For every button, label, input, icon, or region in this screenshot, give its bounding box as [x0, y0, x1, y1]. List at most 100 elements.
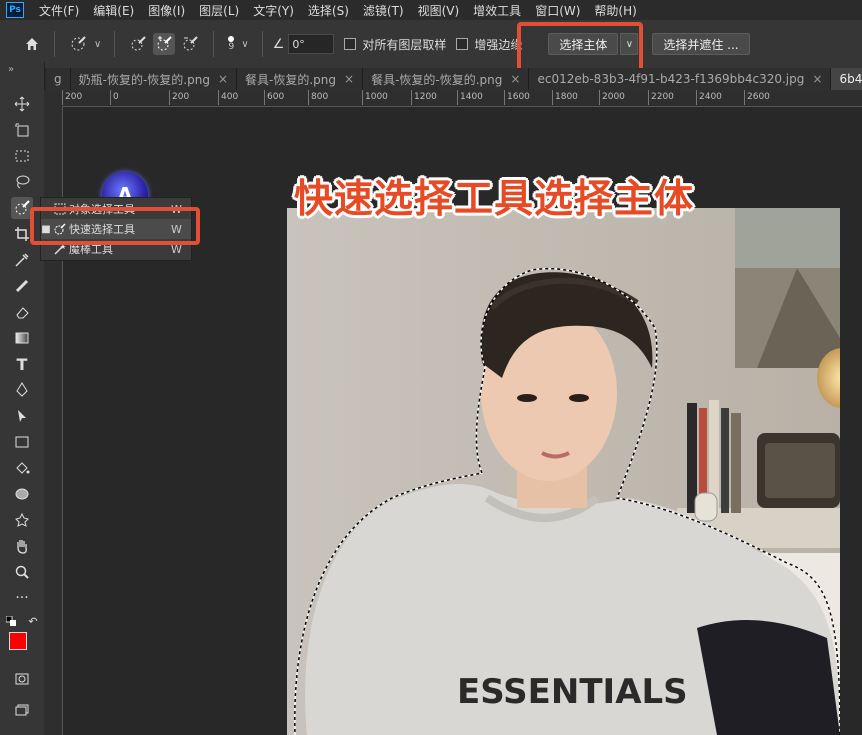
pen-tool-icon[interactable]	[11, 379, 33, 401]
chevron-down-icon[interactable]: ∨	[94, 39, 101, 50]
quick-selection-preset-icon[interactable]	[67, 33, 89, 55]
quick-mask-icon[interactable]	[11, 668, 33, 690]
artboard-tool-icon[interactable]	[11, 119, 33, 141]
menu-help[interactable]: 帮助(H)	[587, 2, 643, 19]
ruler-tick: 2000	[599, 90, 625, 105]
angle-icon: ∠	[272, 36, 285, 52]
tab-document[interactable]: 奶瓶-恢复的-恢复的.png ×	[70, 68, 238, 90]
chevron-down-icon[interactable]: ∨	[241, 39, 248, 50]
ruler-tick: 1600	[504, 90, 530, 105]
menu-view[interactable]: 视图(V)	[411, 2, 467, 19]
tools-panel: » T ··· ↶	[0, 62, 45, 735]
foreground-color-swatch[interactable]	[9, 632, 27, 650]
tab-document[interactable]: ec012eb-83b3-4f91-b423-f1369bb4c320.jpg ×	[529, 68, 832, 90]
checkbox-icon	[456, 38, 469, 50]
rectangle-tool-icon[interactable]	[11, 431, 33, 453]
menu-plugins[interactable]: 增效工具	[466, 2, 528, 19]
path-selection-tool-icon[interactable]	[11, 405, 33, 427]
move-tool-icon[interactable]	[11, 93, 33, 115]
menu-bar: Ps 文件(F) 编辑(E) 图像(I) 图层(L) 文字(Y) 选择(S) 滤…	[0, 0, 862, 20]
close-icon[interactable]: ×	[344, 72, 354, 86]
ruler-tick: 1400	[457, 90, 483, 105]
enhance-edge-label: 增强边缘	[474, 37, 523, 52]
ruler-tick: 200	[62, 90, 82, 105]
brush-size-value: 9	[228, 42, 235, 52]
select-and-mask-button[interactable]: 选择并遮住 ...	[652, 33, 750, 55]
tab-label: 餐具-恢复的-恢复的.png	[371, 72, 503, 87]
sample-all-layers-label: 对所有图层取样	[362, 37, 447, 52]
ruler-tick: 600	[264, 90, 284, 105]
tab-label: 餐具-恢复的.png	[245, 72, 337, 87]
menu-layer[interactable]: 图层(L)	[192, 2, 246, 19]
screen-mode-icon[interactable]	[11, 698, 33, 720]
menu-window[interactable]: 窗口(W)	[528, 2, 587, 19]
healing-brush-icon[interactable]	[11, 275, 33, 297]
menu-filter[interactable]: 滤镜(T)	[356, 2, 411, 19]
marquee-tool-icon[interactable]	[11, 145, 33, 167]
ruler-tick: 400	[218, 90, 238, 105]
tab-label: g	[54, 72, 62, 86]
tab-document[interactable]: 餐具-恢复的.png ×	[237, 68, 364, 90]
new-selection-brush-icon[interactable]	[127, 33, 149, 55]
menu-type[interactable]: 文字(Y)	[246, 2, 301, 19]
collapse-icon[interactable]: »	[8, 64, 14, 75]
menu-edit[interactable]: 编辑(E)	[86, 2, 141, 19]
ruler-tick: 800	[308, 90, 328, 105]
home-icon[interactable]	[20, 32, 44, 56]
divider	[213, 31, 215, 57]
highlight-select-subject	[517, 22, 643, 74]
close-icon[interactable]: ×	[510, 72, 520, 86]
ruler-tick: 0	[110, 90, 119, 105]
tab-document-active[interactable]: 6b461e8	[831, 68, 862, 90]
brush-size-picker[interactable]: 9	[228, 36, 235, 52]
subtract-from-selection-brush-icon[interactable]	[179, 33, 201, 55]
highlight-quick-selection-tool	[30, 207, 200, 245]
paint-bucket-icon[interactable]	[11, 457, 33, 479]
canvas-photo[interactable]: ESSENTIALS	[287, 208, 840, 735]
tab-document[interactable]: 餐具-恢复的-恢复的.png ×	[363, 68, 530, 90]
ellipse-tool-icon[interactable]	[11, 483, 33, 505]
portrait-image: ESSENTIALS	[287, 208, 840, 735]
enhance-edge-checkbox[interactable]: 增强边缘	[456, 36, 522, 53]
options-bar: ∨ 9 ∨ ∠ 0° 对所有图层取样 增强边缘 选择主体 ∨ 选择并遮住 ...	[0, 20, 862, 69]
ruler-horizontal: 200 0 200 400 600 800 1000 1200 1400 160…	[44, 90, 862, 107]
tutorial-caption: 快速选择工具选择主体	[294, 177, 695, 222]
tab-label: 奶瓶-恢复的-恢复的.png	[78, 72, 210, 87]
eraser-tool-icon[interactable]	[11, 301, 33, 323]
tab-label: ec012eb-83b3-4f91-b423-f1369bb4c320.jpg	[537, 72, 805, 86]
zoom-tool-icon[interactable]	[11, 561, 33, 583]
default-colors-icon[interactable]	[4, 614, 18, 628]
menu-image[interactable]: 图像(I)	[141, 2, 192, 19]
swap-colors-icon[interactable]: ↶	[26, 614, 40, 628]
more-tools-icon[interactable]: ···	[11, 587, 33, 609]
menu-file[interactable]: 文件(F)	[32, 2, 86, 19]
ruler-tick: 2600	[744, 90, 770, 105]
angle-input[interactable]: 0°	[288, 34, 335, 54]
tab-label: 6b461e8	[839, 72, 862, 86]
custom-shape-icon[interactable]	[11, 509, 33, 531]
sample-all-layers-checkbox[interactable]: 对所有图层取样	[344, 36, 446, 53]
menu-select[interactable]: 选择(S)	[301, 2, 356, 19]
add-to-selection-brush-icon[interactable]	[153, 33, 176, 55]
gradient-tool-icon[interactable]	[11, 327, 33, 349]
document-tabs: g 奶瓶-恢复的-恢复的.png × 餐具-恢复的.png × 餐具-恢复的-恢复的…	[46, 68, 862, 90]
divider	[114, 31, 116, 57]
svg-text:ESSENTIALS: ESSENTIALS	[457, 672, 688, 712]
ruler-tick: 1200	[411, 90, 437, 105]
checkbox-icon	[344, 38, 357, 50]
ruler-tick: 1800	[552, 90, 578, 105]
tab-document[interactable]: g	[46, 68, 71, 90]
close-icon[interactable]: ×	[218, 72, 228, 86]
hand-tool-icon[interactable]	[11, 535, 33, 557]
photoshop-logo: Ps	[6, 2, 24, 18]
ruler-tick: 2200	[648, 90, 674, 105]
ruler-tick: 1000	[362, 90, 388, 105]
eyedropper-tool-icon[interactable]	[11, 249, 33, 271]
divider	[54, 31, 55, 57]
lasso-tool-icon[interactable]	[11, 171, 33, 193]
close-icon[interactable]: ×	[812, 72, 822, 86]
ruler-tick: 2400	[696, 90, 722, 105]
type-tool-icon[interactable]: T	[11, 353, 33, 375]
divider	[261, 31, 263, 57]
ruler-tick: 200	[169, 90, 189, 105]
